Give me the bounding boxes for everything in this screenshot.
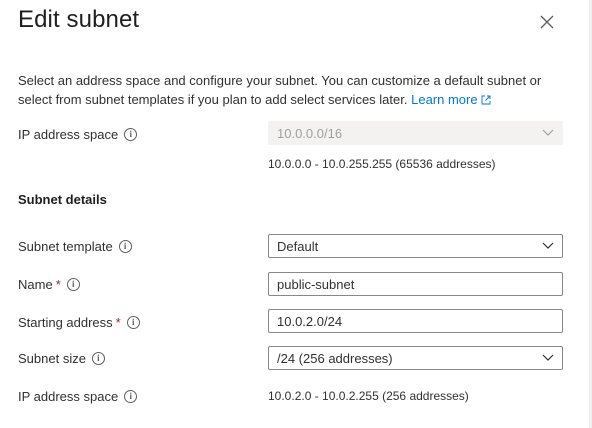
subnet-size-value: /24 (256 addresses) [277, 350, 393, 366]
name-label: Name * i [18, 274, 80, 294]
name-input-box[interactable] [268, 272, 563, 296]
close-button[interactable] [537, 12, 557, 32]
ip-address-space-label-text: IP address space [18, 126, 119, 142]
ip-address-space-label: IP address space i [18, 124, 138, 144]
required-marker: * [55, 276, 61, 292]
edit-subnet-panel: Edit subnet Select an address space and … [0, 0, 592, 428]
info-icon[interactable]: i [66, 277, 80, 291]
subnet-template-label-text: Subnet template [18, 238, 113, 254]
subnet-size-label-text: Subnet size [18, 350, 86, 366]
name-label-text: Name [18, 276, 53, 292]
subnet-template-value: Default [277, 238, 319, 254]
ip-address-space-value: 10.0.0.0/16 [277, 125, 343, 141]
subnet-template-label: Subnet template i [18, 236, 132, 256]
subnet-ip-address-range: 10.0.2.0 - 10.0.2.255 (256 addresses) [268, 389, 469, 403]
ip-address-space-select: 10.0.0.0/16 [268, 121, 563, 145]
panel-description: Select an address space and configure yo… [18, 71, 578, 109]
info-icon[interactable]: i [124, 127, 138, 141]
info-icon[interactable]: i [124, 389, 138, 403]
ip-address-space-range: 10.0.0.0 - 10.0.255.255 (65536 addresses… [268, 157, 496, 171]
learn-more-label: Learn more [411, 92, 478, 107]
info-icon[interactable]: i [126, 315, 140, 329]
subnet-size-select[interactable]: /24 (256 addresses) [268, 346, 563, 370]
chevron-down-icon [542, 129, 554, 136]
external-link-icon [481, 95, 491, 105]
chevron-down-icon [542, 242, 554, 249]
starting-address-input[interactable] [277, 313, 554, 329]
info-icon[interactable]: i [91, 351, 105, 365]
starting-address-label: Starting address * i [18, 312, 140, 332]
panel-title: Edit subnet [18, 6, 140, 33]
starting-address-label-text: Starting address [18, 314, 113, 330]
subnet-template-select[interactable]: Default [268, 234, 563, 258]
subnet-ip-address-space-label: IP address space i [18, 386, 138, 406]
info-icon[interactable]: i [118, 239, 132, 253]
close-icon [540, 15, 554, 29]
subnet-ip-address-space-label-text: IP address space [18, 388, 119, 404]
chevron-down-icon [542, 354, 554, 361]
starting-address-input-box[interactable] [268, 309, 563, 333]
required-marker: * [115, 314, 121, 330]
subnet-details-heading: Subnet details [18, 192, 107, 207]
name-input[interactable] [277, 276, 554, 292]
learn-more-link[interactable]: Learn more [411, 92, 491, 107]
subnet-size-label: Subnet size i [18, 348, 105, 368]
